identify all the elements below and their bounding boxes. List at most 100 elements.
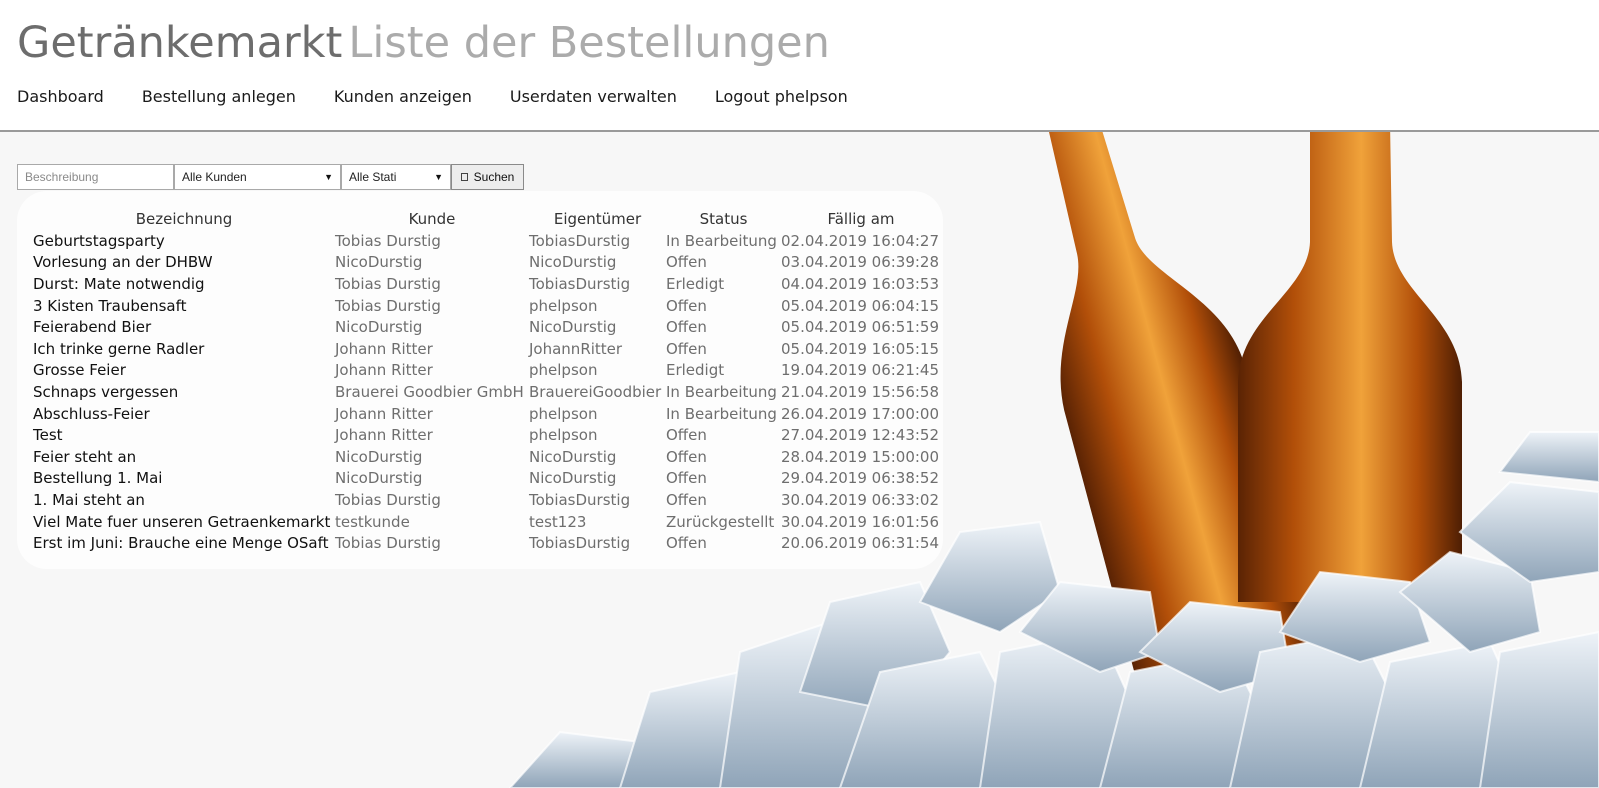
table-row[interactable]: Geburtstagsparty Tobias Durstig TobiasDurs…: [33, 230, 941, 252]
order-owner: TobiasDurstig: [529, 534, 631, 553]
table-row[interactable]: Vorlesung an der DHBW NicoDurstig NicoDurs…: [33, 252, 941, 274]
table-row[interactable]: Feierabend Bier NicoDurstig NicoDurstig Off…: [33, 316, 941, 338]
table-row[interactable]: Bestellung 1. Mai NicoDurstig NicoDurstig O…: [33, 468, 941, 490]
column-header-bezeichnung[interactable]: Bezeichnung: [33, 207, 335, 230]
order-status: Offen: [666, 339, 707, 358]
order-owner: phelpson: [529, 426, 598, 445]
search-icon: [460, 173, 468, 181]
column-header-status[interactable]: Status: [666, 207, 781, 230]
customer-select-value: Alle Kunden: [182, 170, 247, 184]
table-row[interactable]: Ich trinke gerne Radler Johann Ritter Joha…: [33, 338, 941, 360]
order-owner: TobiasDurstig: [529, 274, 631, 293]
order-name: Schnaps vergessen: [33, 382, 179, 401]
order-status: In Bearbeitung: [666, 231, 777, 250]
header: Getränkemarkt Liste der Bestellungen Dash…: [0, 0, 1599, 132]
table-row[interactable]: Test Johann Ritter phelpson Offen 27.04.2019…: [33, 424, 941, 446]
order-due-date: 05.04.2019 06:04:15: [781, 296, 940, 315]
main-nav: Dashboard Bestellung anlegen Kunden anze…: [17, 86, 848, 108]
table-row[interactable]: Abschluss-Feier Johann Ritter phelpson In B…: [33, 403, 941, 425]
page-title: Getränkemarkt Liste der Bestellungen: [17, 14, 830, 72]
order-status: Erledigt: [666, 274, 725, 293]
nav-kunden-anzeigen[interactable]: Kunden anzeigen: [334, 86, 472, 108]
order-status: Offen: [666, 447, 707, 466]
table-row[interactable]: 3 Kisten Traubensaft Tobias Durstig phelps…: [33, 295, 941, 317]
order-owner: BrauereiGoodbier: [529, 382, 662, 401]
order-due-date: 28.04.2019 15:00:00: [781, 447, 940, 466]
order-due-date: 26.04.2019 17:00:00: [781, 404, 940, 423]
order-customer: NicoDurstig: [335, 447, 423, 466]
order-due-date: 30.04.2019 06:33:02: [781, 490, 940, 509]
order-owner: JohannRitter: [529, 339, 623, 358]
order-customer: Johann Ritter: [335, 339, 433, 358]
order-status: In Bearbeitung: [666, 404, 777, 423]
order-name: Geburtstagsparty: [33, 231, 165, 250]
order-due-date: 02.04.2019 16:04:27: [781, 231, 940, 250]
table-row[interactable]: Durst: Mate notwendig Tobias Durstig Tobia…: [33, 273, 941, 295]
table-header-row: Bezeichnung Kunde Eigentümer Status Fäll…: [33, 207, 941, 230]
chevron-down-icon: ▼: [324, 172, 333, 182]
search-button[interactable]: Suchen: [451, 164, 524, 190]
brand-name: Getränkemarkt: [17, 18, 343, 68]
order-due-date: 05.04.2019 16:05:15: [781, 339, 940, 358]
order-owner: TobiasDurstig: [529, 490, 631, 509]
status-select-value: Alle Stati: [349, 170, 397, 184]
table-row[interactable]: Schnaps vergessen Brauerei Goodbier GmbH B…: [33, 381, 941, 403]
order-name: Ich trinke gerne Radler: [33, 339, 205, 358]
order-customer: Johann Ritter: [335, 426, 433, 445]
order-status: Offen: [666, 469, 707, 488]
description-input[interactable]: Beschreibung: [17, 164, 174, 190]
order-owner: TobiasDurstig: [529, 231, 631, 250]
order-due-date: 29.04.2019 06:38:52: [781, 469, 940, 488]
order-status: Offen: [666, 253, 707, 272]
table-row[interactable]: 1. Mai steht an Tobias Durstig TobiasDurst…: [33, 489, 941, 511]
order-status: Offen: [666, 534, 707, 553]
nav-userdaten-verwalten[interactable]: Userdaten verwalten: [510, 86, 677, 108]
table-row[interactable]: Grosse Feier Johann Ritter phelpson Erledig…: [33, 360, 941, 382]
page-subtitle: Liste der Bestellungen: [348, 18, 830, 68]
order-customer: Brauerei Goodbier GmbH: [335, 382, 524, 401]
orders-panel: Bezeichnung Kunde Eigentümer Status Fäll…: [17, 191, 943, 569]
nav-logout[interactable]: Logout phelpson: [715, 86, 848, 108]
orders-table-body: Geburtstagsparty Tobias Durstig TobiasDurs…: [33, 230, 941, 554]
column-header-faellig-am[interactable]: Fällig am: [781, 207, 941, 230]
column-header-eigentuemer[interactable]: Eigentümer: [529, 207, 666, 230]
search-button-label: Suchen: [473, 170, 515, 184]
column-header-kunde[interactable]: Kunde: [335, 207, 529, 230]
order-customer: NicoDurstig: [335, 318, 423, 337]
order-due-date: 19.04.2019 06:21:45: [781, 361, 940, 380]
order-name: Vorlesung an der DHBW: [33, 253, 213, 272]
order-owner: NicoDurstig: [529, 469, 617, 488]
order-status: Erledigt: [666, 361, 725, 380]
order-due-date: 21.04.2019 15:56:58: [781, 382, 940, 401]
order-name: Durst: Mate notwendig: [33, 274, 205, 293]
order-name: Bestellung 1. Mai: [33, 469, 163, 488]
status-select[interactable]: Alle Stati ▼: [341, 164, 451, 190]
order-owner: NicoDurstig: [529, 318, 617, 337]
order-due-date: 05.04.2019 06:51:59: [781, 318, 940, 337]
order-customer: Tobias Durstig: [335, 490, 441, 509]
nav-dashboard[interactable]: Dashboard: [17, 86, 104, 108]
order-owner: phelpson: [529, 296, 598, 315]
order-name: Viel Mate fuer unseren Getraenkemarkt: [33, 512, 331, 531]
order-name: 3 Kisten Traubensaft: [33, 296, 187, 315]
table-row[interactable]: Feier steht an NicoDurstig NicoDurstig Offe…: [33, 446, 941, 468]
order-status: Zurückgestellt: [666, 512, 775, 531]
table-row[interactable]: Viel Mate fuer unseren Getraenkemarkt tes…: [33, 511, 941, 533]
customer-select[interactable]: Alle Kunden ▼: [174, 164, 341, 190]
order-due-date: 27.04.2019 12:43:52: [781, 426, 940, 445]
order-customer: Tobias Durstig: [335, 534, 441, 553]
order-status: Offen: [666, 296, 707, 315]
order-status: Offen: [666, 318, 707, 337]
order-owner: NicoDurstig: [529, 253, 617, 272]
order-name: Erst im Juni: Brauche eine Menge OSaft: [33, 534, 329, 553]
order-name: Grosse Feier: [33, 361, 126, 380]
order-name: Test: [33, 426, 63, 445]
order-status: Offen: [666, 490, 707, 509]
order-name: Feierabend Bier: [33, 318, 152, 337]
order-due-date: 03.04.2019 06:39:28: [781, 253, 940, 272]
order-name: Feier steht an: [33, 447, 137, 466]
table-row[interactable]: Erst im Juni: Brauche eine Menge OSaft To…: [33, 532, 941, 554]
nav-bestellung-anlegen[interactable]: Bestellung anlegen: [142, 86, 296, 108]
order-status: Offen: [666, 426, 707, 445]
order-owner: test123: [529, 512, 587, 531]
